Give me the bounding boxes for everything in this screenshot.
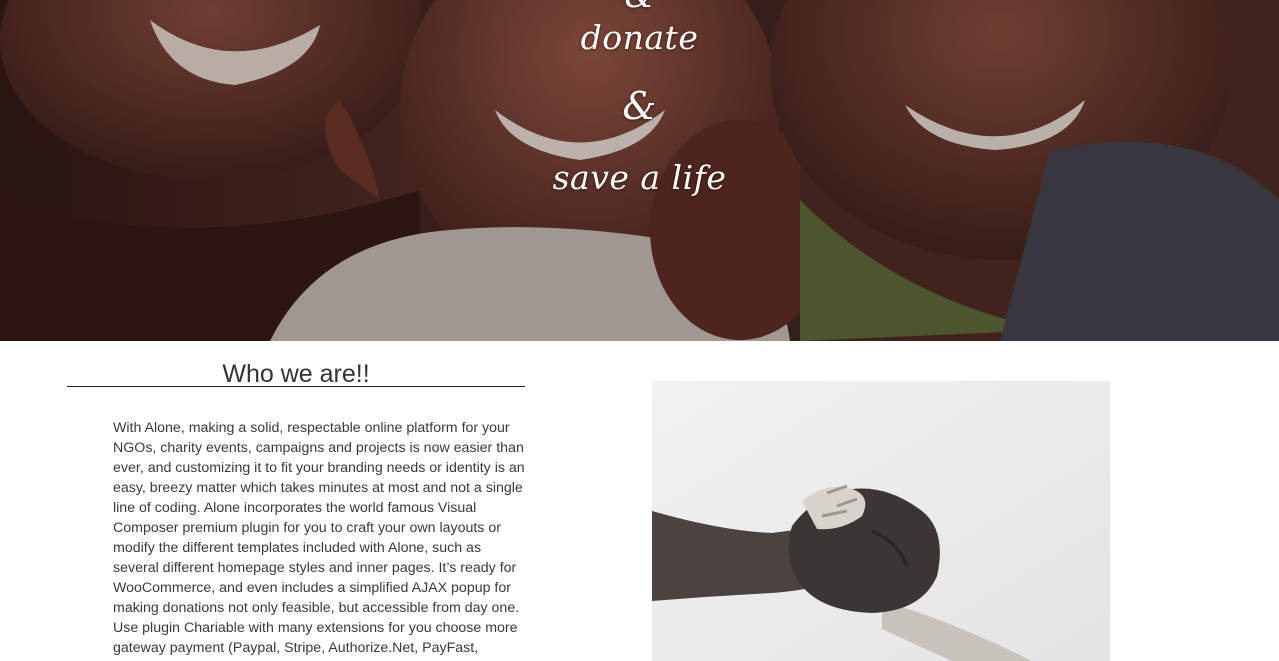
hero-heading-ampersand: & <box>622 84 657 128</box>
handshake-image <box>652 381 1110 661</box>
title-divider <box>67 386 525 387</box>
about-body-text: With Alone, making a solid, respectable … <box>113 420 525 656</box>
hero-banner: & donate & save a life <box>0 0 1279 341</box>
hero-heading-partial: & <box>0 0 1279 15</box>
hero-heading-save: save a life <box>552 158 727 197</box>
about-title: Who we are!! <box>222 360 370 388</box>
hero-heading-donate: donate <box>580 18 699 57</box>
handshake-photo <box>652 381 1110 661</box>
